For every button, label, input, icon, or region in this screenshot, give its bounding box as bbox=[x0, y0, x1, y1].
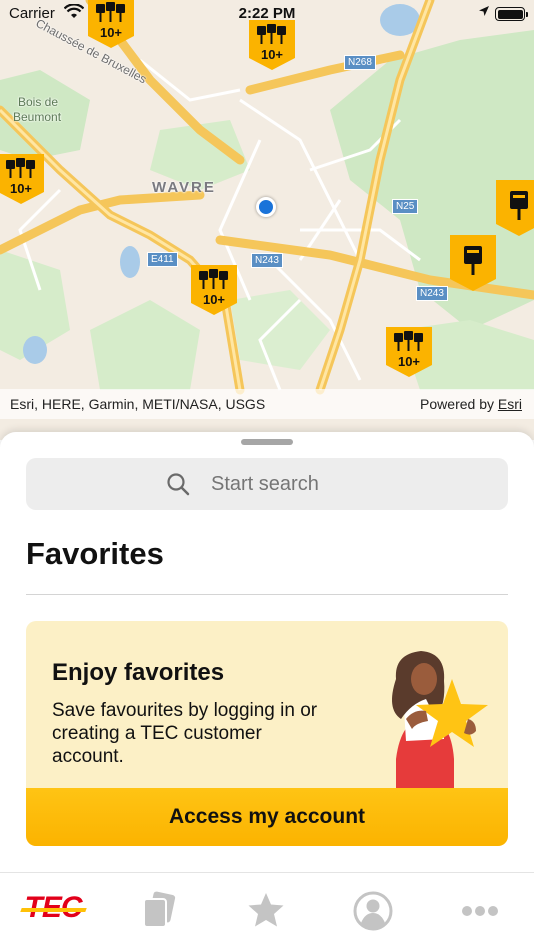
search-bar[interactable] bbox=[26, 458, 508, 510]
bus-stop-icon bbox=[0, 154, 44, 204]
road-shield: E411 bbox=[147, 252, 178, 267]
powered-by: Powered by Esri bbox=[420, 396, 522, 412]
road-shield: N268 bbox=[344, 55, 376, 70]
tickets-icon bbox=[143, 891, 176, 928]
road-shield: N243 bbox=[251, 253, 283, 268]
bus-stop-icon bbox=[450, 235, 496, 291]
promo-title: Enjoy favorites bbox=[52, 659, 225, 686]
tab-account[interactable] bbox=[320, 873, 426, 950]
stop-pin[interactable] bbox=[448, 233, 498, 291]
sheet-grabber[interactable] bbox=[241, 439, 293, 445]
stop-cluster-pin[interactable]: 10+ bbox=[189, 263, 239, 317]
forest-label-line2: Beumont bbox=[13, 110, 62, 124]
forest-label-line1: Bois de bbox=[18, 95, 59, 109]
stop-cluster-pin[interactable]: 10+ bbox=[384, 325, 434, 379]
tab-bar: TEC bbox=[0, 872, 534, 950]
tec-logo: TEC bbox=[24, 891, 83, 924]
section-divider bbox=[26, 594, 508, 595]
more-icon bbox=[462, 906, 498, 916]
status-bar: Carrier 2:22 PM bbox=[0, 0, 534, 28]
tab-tickets[interactable] bbox=[106, 873, 212, 950]
map-view[interactable]: Chaussée de Bruxelles Bois de Beumont WA… bbox=[0, 0, 534, 440]
woman-holding-star-illustration bbox=[392, 651, 488, 789]
bus-stop-icon bbox=[191, 265, 237, 315]
cluster-count: 10+ bbox=[9, 181, 33, 196]
promo-text: Save favourites by logging in or creatin… bbox=[52, 700, 318, 767]
cluster-count: 10+ bbox=[202, 292, 226, 307]
star-icon bbox=[248, 893, 284, 927]
user-icon bbox=[353, 891, 393, 931]
bottom-sheet: Favorites Enjoy favorites Save favourite… bbox=[0, 432, 534, 872]
tab-more[interactable] bbox=[427, 873, 533, 950]
attribution-text: Esri, HERE, Garmin, METI/NASA, USGS bbox=[10, 396, 266, 412]
battery-icon bbox=[495, 7, 528, 21]
esri-link[interactable]: Esri bbox=[498, 396, 522, 412]
search-input[interactable] bbox=[211, 473, 411, 496]
powered-by-label: Powered by bbox=[420, 396, 494, 412]
favorites-title: Favorites bbox=[26, 536, 164, 571]
tab-favorites[interactable] bbox=[213, 873, 319, 950]
favorites-promo-card: Enjoy favorites Save favourites by loggi… bbox=[26, 621, 508, 846]
location-arrow-icon bbox=[478, 5, 490, 20]
user-location-dot bbox=[256, 197, 276, 217]
city-label: WAVRE bbox=[152, 179, 216, 196]
stop-cluster-pin[interactable]: 10+ bbox=[0, 152, 46, 206]
access-account-button[interactable]: Access my account bbox=[26, 788, 508, 846]
cluster-count: 10+ bbox=[260, 47, 284, 62]
status-time: 2:22 PM bbox=[238, 5, 296, 22]
bus-stop-icon bbox=[386, 327, 432, 377]
road-shield: N25 bbox=[392, 199, 419, 214]
stop-pin[interactable] bbox=[494, 178, 534, 236]
tab-home[interactable]: TEC bbox=[0, 873, 106, 950]
road-shield: N243 bbox=[416, 286, 448, 301]
cluster-count: 10+ bbox=[397, 354, 421, 369]
bus-stop-icon bbox=[496, 180, 534, 236]
search-icon bbox=[166, 472, 190, 501]
map-attribution: Esri, HERE, Garmin, METI/NASA, USGS Powe… bbox=[0, 389, 534, 419]
